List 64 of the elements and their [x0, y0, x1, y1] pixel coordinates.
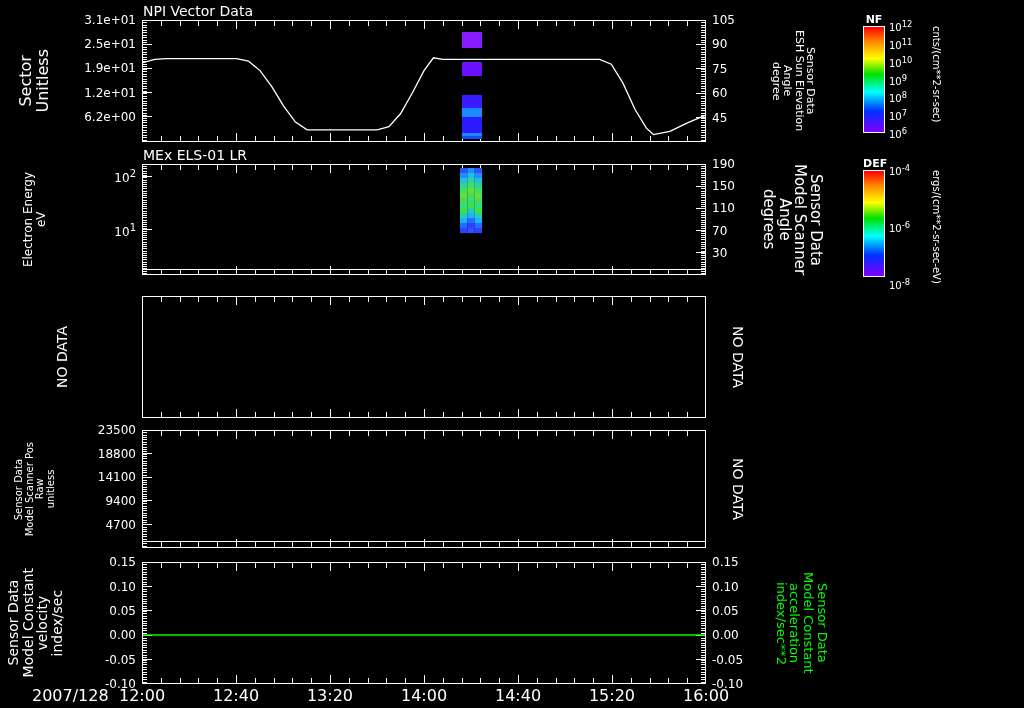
axis-label: Sensor Data Model Constant acceleration index/sec**2 — [774, 572, 829, 674]
tick-label: 10$^{6}$ — [889, 125, 908, 141]
tick-label: 10$^{2}$ — [114, 167, 136, 185]
tick-label: 2.5e+01 — [84, 37, 136, 52]
tick-label: 10$^{11}$ — [889, 36, 913, 51]
tick-label: 60 — [712, 86, 728, 101]
axis-label: Sector Unitless — [18, 49, 52, 113]
tick-label: 9400 — [105, 494, 136, 508]
axis-label: Electron Energy eV — [22, 172, 48, 268]
tick-label: 90 — [712, 37, 728, 52]
tick-label: 0.10 — [109, 579, 136, 594]
tick-label: 14:00 — [400, 686, 448, 706]
tick-label: 190 — [712, 157, 735, 171]
tick-label: 0.00 — [109, 628, 136, 643]
tick-label: 0.15 — [109, 555, 136, 570]
colorbar-title: DEF — [863, 157, 885, 170]
tick-label: 105 — [712, 13, 735, 27]
tick-label: 10$^{9}$ — [889, 72, 908, 87]
colorbar-title: NF — [864, 13, 884, 26]
tick-label: 10$^{-6}$ — [889, 219, 911, 235]
tick-label: -0.05 — [104, 652, 136, 667]
tick-label: 10$^{8}$ — [889, 90, 908, 105]
tick-label: 0.00 — [712, 628, 739, 643]
tick-label: 110 — [712, 201, 735, 216]
tick-label: 3.1e+01 — [84, 13, 136, 27]
tick-label: 1.9e+01 — [84, 61, 136, 76]
tick-label: 0.10 — [712, 579, 739, 594]
tick-label: 70 — [712, 223, 728, 238]
tick-label: 12:40 — [213, 686, 260, 706]
panel-title: NPI Vector Data — [143, 3, 253, 20]
tick-label: 30 — [712, 245, 728, 260]
tick-label: 10$^{-8}$ — [889, 276, 911, 291]
tick-label: 0.05 — [712, 604, 739, 618]
tick-label: 14:40 — [495, 686, 542, 706]
tick-label: 75 — [712, 61, 728, 76]
spectrogram-drawing — [460, 168, 483, 234]
axis-label: NO DATA — [730, 326, 745, 389]
tick-label: 150 — [712, 179, 735, 194]
tick-label: -0.05 — [712, 652, 744, 667]
tick-label: 18800 — [97, 446, 136, 461]
panel-title: MEx ELS-01 LR — [143, 147, 248, 164]
tick-label: 10$^{12}$ — [889, 18, 913, 34]
tick-label: 0.15 — [712, 555, 739, 570]
tick-label: 13:20 — [306, 686, 353, 706]
tick-label: 0.05 — [109, 604, 136, 618]
unit-label: cnts/(cm**2-sr-sec) — [931, 26, 942, 125]
tick-label: 6.2e+00 — [84, 110, 136, 124]
tick-label: 14100 — [97, 470, 136, 485]
axis-label: NO DATA — [55, 326, 70, 389]
tick-label: 45 — [712, 110, 728, 125]
tick-label: 23500 — [97, 423, 136, 438]
tick-label: 4700 — [105, 517, 136, 532]
tick-label: 10$^{1}$ — [114, 221, 136, 240]
tick-label: 10$^{-4}$ — [889, 162, 911, 178]
axis-label: Sensor Data Model Scanner Pos Raw unitless — [14, 442, 56, 537]
axis-label: Sensor Data ESH Sun Elevation Angle degree — [770, 30, 817, 132]
axis-label: Sensor Data Model Constant velocity index/sec — [5, 568, 65, 678]
axis-label: NO DATA — [730, 458, 745, 521]
tick-label: 15:20 — [588, 686, 635, 706]
unit-label: ergs/(cm**2-sr-sec-eV) — [931, 170, 942, 284]
tick-label: 10$^{7}$ — [889, 108, 908, 123]
axis-label: Sensor Data Model Scanner Angle degrees — [760, 164, 823, 276]
tick-label: 1.2e+01 — [84, 85, 136, 100]
tick-label: 10$^{10}$ — [889, 54, 913, 69]
